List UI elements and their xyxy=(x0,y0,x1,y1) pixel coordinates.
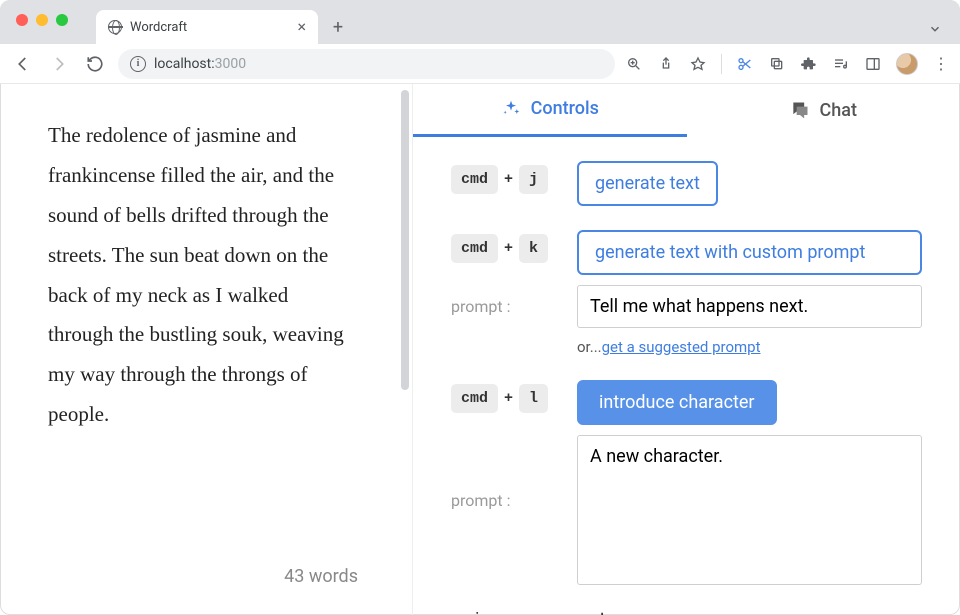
playlist-icon[interactable] xyxy=(832,55,850,73)
omnibox[interactable]: i localhost:3000 xyxy=(118,49,615,79)
site-info-icon[interactable]: i xyxy=(130,56,146,72)
control-row-introduce-character: cmd + l introduce character prompt : xyxy=(451,380,922,585)
toolbar-icons: ⋮ xyxy=(625,53,950,75)
save-story-link[interactable]: save story xyxy=(552,609,629,615)
new-tab-button[interactable]: + xyxy=(324,13,352,41)
maximize-window-button[interactable] xyxy=(56,14,68,26)
globe-icon xyxy=(108,20,122,34)
plus-icon: + xyxy=(504,390,513,407)
share-icon[interactable] xyxy=(657,55,675,73)
reload-button[interactable] xyxy=(82,51,108,77)
sidepanel-icon[interactable] xyxy=(864,55,882,73)
address-bar: i localhost:3000 ⋮ xyxy=(0,44,960,84)
tab-bar: Wordcraft × + xyxy=(0,0,960,44)
browser-window: Wordcraft × + i localhost:3000 xyxy=(0,0,960,615)
close-tab-button[interactable]: × xyxy=(297,19,306,35)
tab-chat-label: Chat xyxy=(820,100,857,121)
menu-kebab-icon[interactable]: ⋮ xyxy=(932,55,950,73)
sparkle-icon xyxy=(501,99,521,119)
main-menu-link[interactable]: main menu xyxy=(451,609,536,615)
prompt-label: prompt : xyxy=(451,491,563,510)
extensions-icon[interactable] xyxy=(800,55,818,73)
footer-links: main menu save story xyxy=(451,609,922,615)
story-editor[interactable]: The redolence of jasmine and frankincens… xyxy=(0,84,398,615)
shortcut: cmd + j xyxy=(451,165,563,194)
custom-prompt-input[interactable] xyxy=(577,285,922,328)
bookmark-star-icon[interactable] xyxy=(689,55,707,73)
side-panel: Controls Chat cmd + j xyxy=(412,84,960,615)
app-viewport: The redolence of jasmine and frankincens… xyxy=(0,84,960,615)
close-window-button[interactable] xyxy=(16,14,28,26)
shortcut: cmd + k xyxy=(451,234,563,263)
plus-icon: + xyxy=(504,240,513,257)
tab-list-chevron-icon[interactable] xyxy=(928,22,942,36)
tab-title: Wordcraft xyxy=(130,20,187,35)
zoom-icon[interactable] xyxy=(625,55,643,73)
plus-icon: + xyxy=(504,171,513,188)
editor-scrollbar[interactable] xyxy=(398,84,412,615)
browser-tab[interactable]: Wordcraft × xyxy=(96,10,318,44)
introduce-character-button[interactable]: introduce character xyxy=(577,380,777,425)
back-button[interactable] xyxy=(10,51,36,77)
generate-text-button[interactable]: generate text xyxy=(577,161,718,206)
or-suggested: or...get a suggested prompt xyxy=(577,338,761,356)
generate-custom-prompt-button[interactable]: generate text with custom prompt xyxy=(577,230,922,275)
shortcut: cmd + l xyxy=(451,384,563,413)
word-count: 43 words xyxy=(284,566,358,587)
key-letter: l xyxy=(519,384,548,413)
copy-icon[interactable] xyxy=(768,55,786,73)
minimize-window-button[interactable] xyxy=(36,14,48,26)
separator xyxy=(721,54,722,74)
scrollbar-thumb[interactable] xyxy=(401,90,409,390)
prompt-label: prompt : xyxy=(451,297,563,316)
controls-body: cmd + j generate text cmd + k xyxy=(413,137,960,615)
key-mod: cmd xyxy=(451,165,498,194)
key-mod: cmd xyxy=(451,384,498,413)
panel-tabs: Controls Chat xyxy=(413,84,960,137)
chat-icon xyxy=(790,100,810,120)
url-host: localhost:3000 xyxy=(154,56,246,72)
forward-button[interactable] xyxy=(46,51,72,77)
tab-controls-label: Controls xyxy=(531,98,599,119)
key-letter: k xyxy=(519,234,548,263)
scissors-icon[interactable] xyxy=(736,55,754,73)
key-letter: j xyxy=(519,165,548,194)
key-mod: cmd xyxy=(451,234,498,263)
tab-controls[interactable]: Controls xyxy=(413,84,687,137)
control-row-custom-prompt: cmd + k generate text with custom prompt… xyxy=(451,230,922,356)
tab-chat[interactable]: Chat xyxy=(687,84,960,137)
character-prompt-textarea[interactable] xyxy=(577,435,922,585)
window-controls xyxy=(16,14,68,26)
control-row-generate-text: cmd + j generate text xyxy=(451,161,922,206)
get-suggested-prompt-link[interactable]: get a suggested prompt xyxy=(602,338,761,356)
story-text[interactable]: The redolence of jasmine and frankincens… xyxy=(48,116,352,435)
profile-avatar[interactable] xyxy=(896,53,918,75)
